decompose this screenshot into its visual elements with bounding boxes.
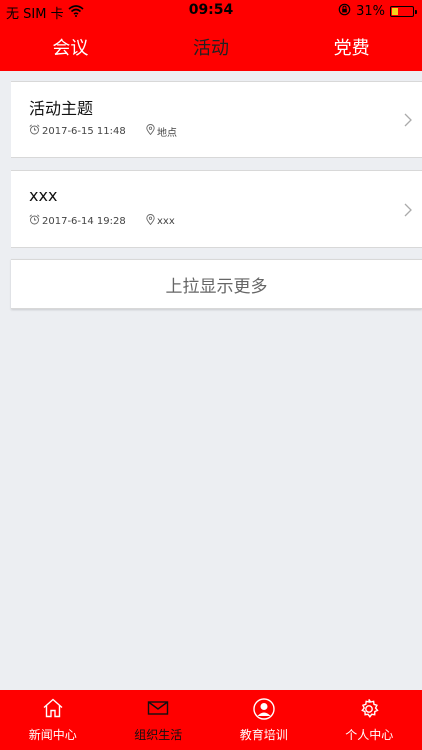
nav-label: 组织生活 xyxy=(134,728,183,742)
list-item[interactable]: xxx 2017-6-14 19:28 xxx xyxy=(11,170,422,248)
activity-meta: 2017-6-14 19:28 xxx xyxy=(29,214,175,228)
status-right: 31% xyxy=(338,3,417,20)
load-more-button[interactable]: 上拉显示更多 xyxy=(11,259,422,309)
battery-level xyxy=(392,8,399,15)
alarm-clock-icon xyxy=(29,214,40,228)
bottom-nav: 新闻中心 组织生活 教育培训 个人中心 xyxy=(0,690,422,750)
battery-icon xyxy=(390,6,417,17)
nav-label: 个人中心 xyxy=(345,728,394,742)
nav-label: 教育培训 xyxy=(239,728,288,742)
chevron-right-icon xyxy=(404,112,412,131)
alarm-clock-icon xyxy=(29,124,40,138)
home-icon xyxy=(42,698,64,721)
tab-activity[interactable]: 活动 xyxy=(141,22,282,71)
mail-icon xyxy=(147,698,169,721)
gear-icon xyxy=(358,698,380,723)
activity-title: 活动主题 xyxy=(29,99,94,118)
activity-location: xxx xyxy=(157,215,175,227)
activity-location: 地点 xyxy=(157,127,177,139)
location-pin-icon xyxy=(146,124,155,138)
activity-title: xxx xyxy=(29,186,58,205)
tab-bar: 会议 活动 党费 xyxy=(0,22,422,71)
tab-meeting[interactable]: 会议 xyxy=(0,22,141,71)
user-circle-icon xyxy=(253,698,275,723)
nav-label: 新闻中心 xyxy=(28,728,77,742)
tab-party-dues[interactable]: 党费 xyxy=(281,22,422,71)
activity-meta: 2017-6-15 11:48 地点 xyxy=(29,124,177,139)
activity-datetime: 2017-6-14 19:28 xyxy=(42,215,126,227)
list-item[interactable]: 活动主题 2017-6-15 11:48 地点 xyxy=(11,81,422,158)
nav-personal-center[interactable]: 个人中心 xyxy=(317,690,422,750)
chevron-right-icon xyxy=(404,202,412,221)
nav-news-center[interactable]: 新闻中心 xyxy=(0,690,106,750)
battery-percent: 31% xyxy=(356,4,385,19)
status-bar: 无 SIM 卡 09:54 31% xyxy=(0,0,422,22)
activity-datetime: 2017-6-15 11:48 xyxy=(42,125,126,137)
nav-education-training[interactable]: 教育培训 xyxy=(211,690,317,750)
rotation-lock-icon xyxy=(338,3,351,20)
nav-organization-life[interactable]: 组织生活 xyxy=(106,690,212,750)
header: 无 SIM 卡 09:54 31% 会议 活动 党费 xyxy=(0,0,422,71)
location-pin-icon xyxy=(146,214,155,228)
